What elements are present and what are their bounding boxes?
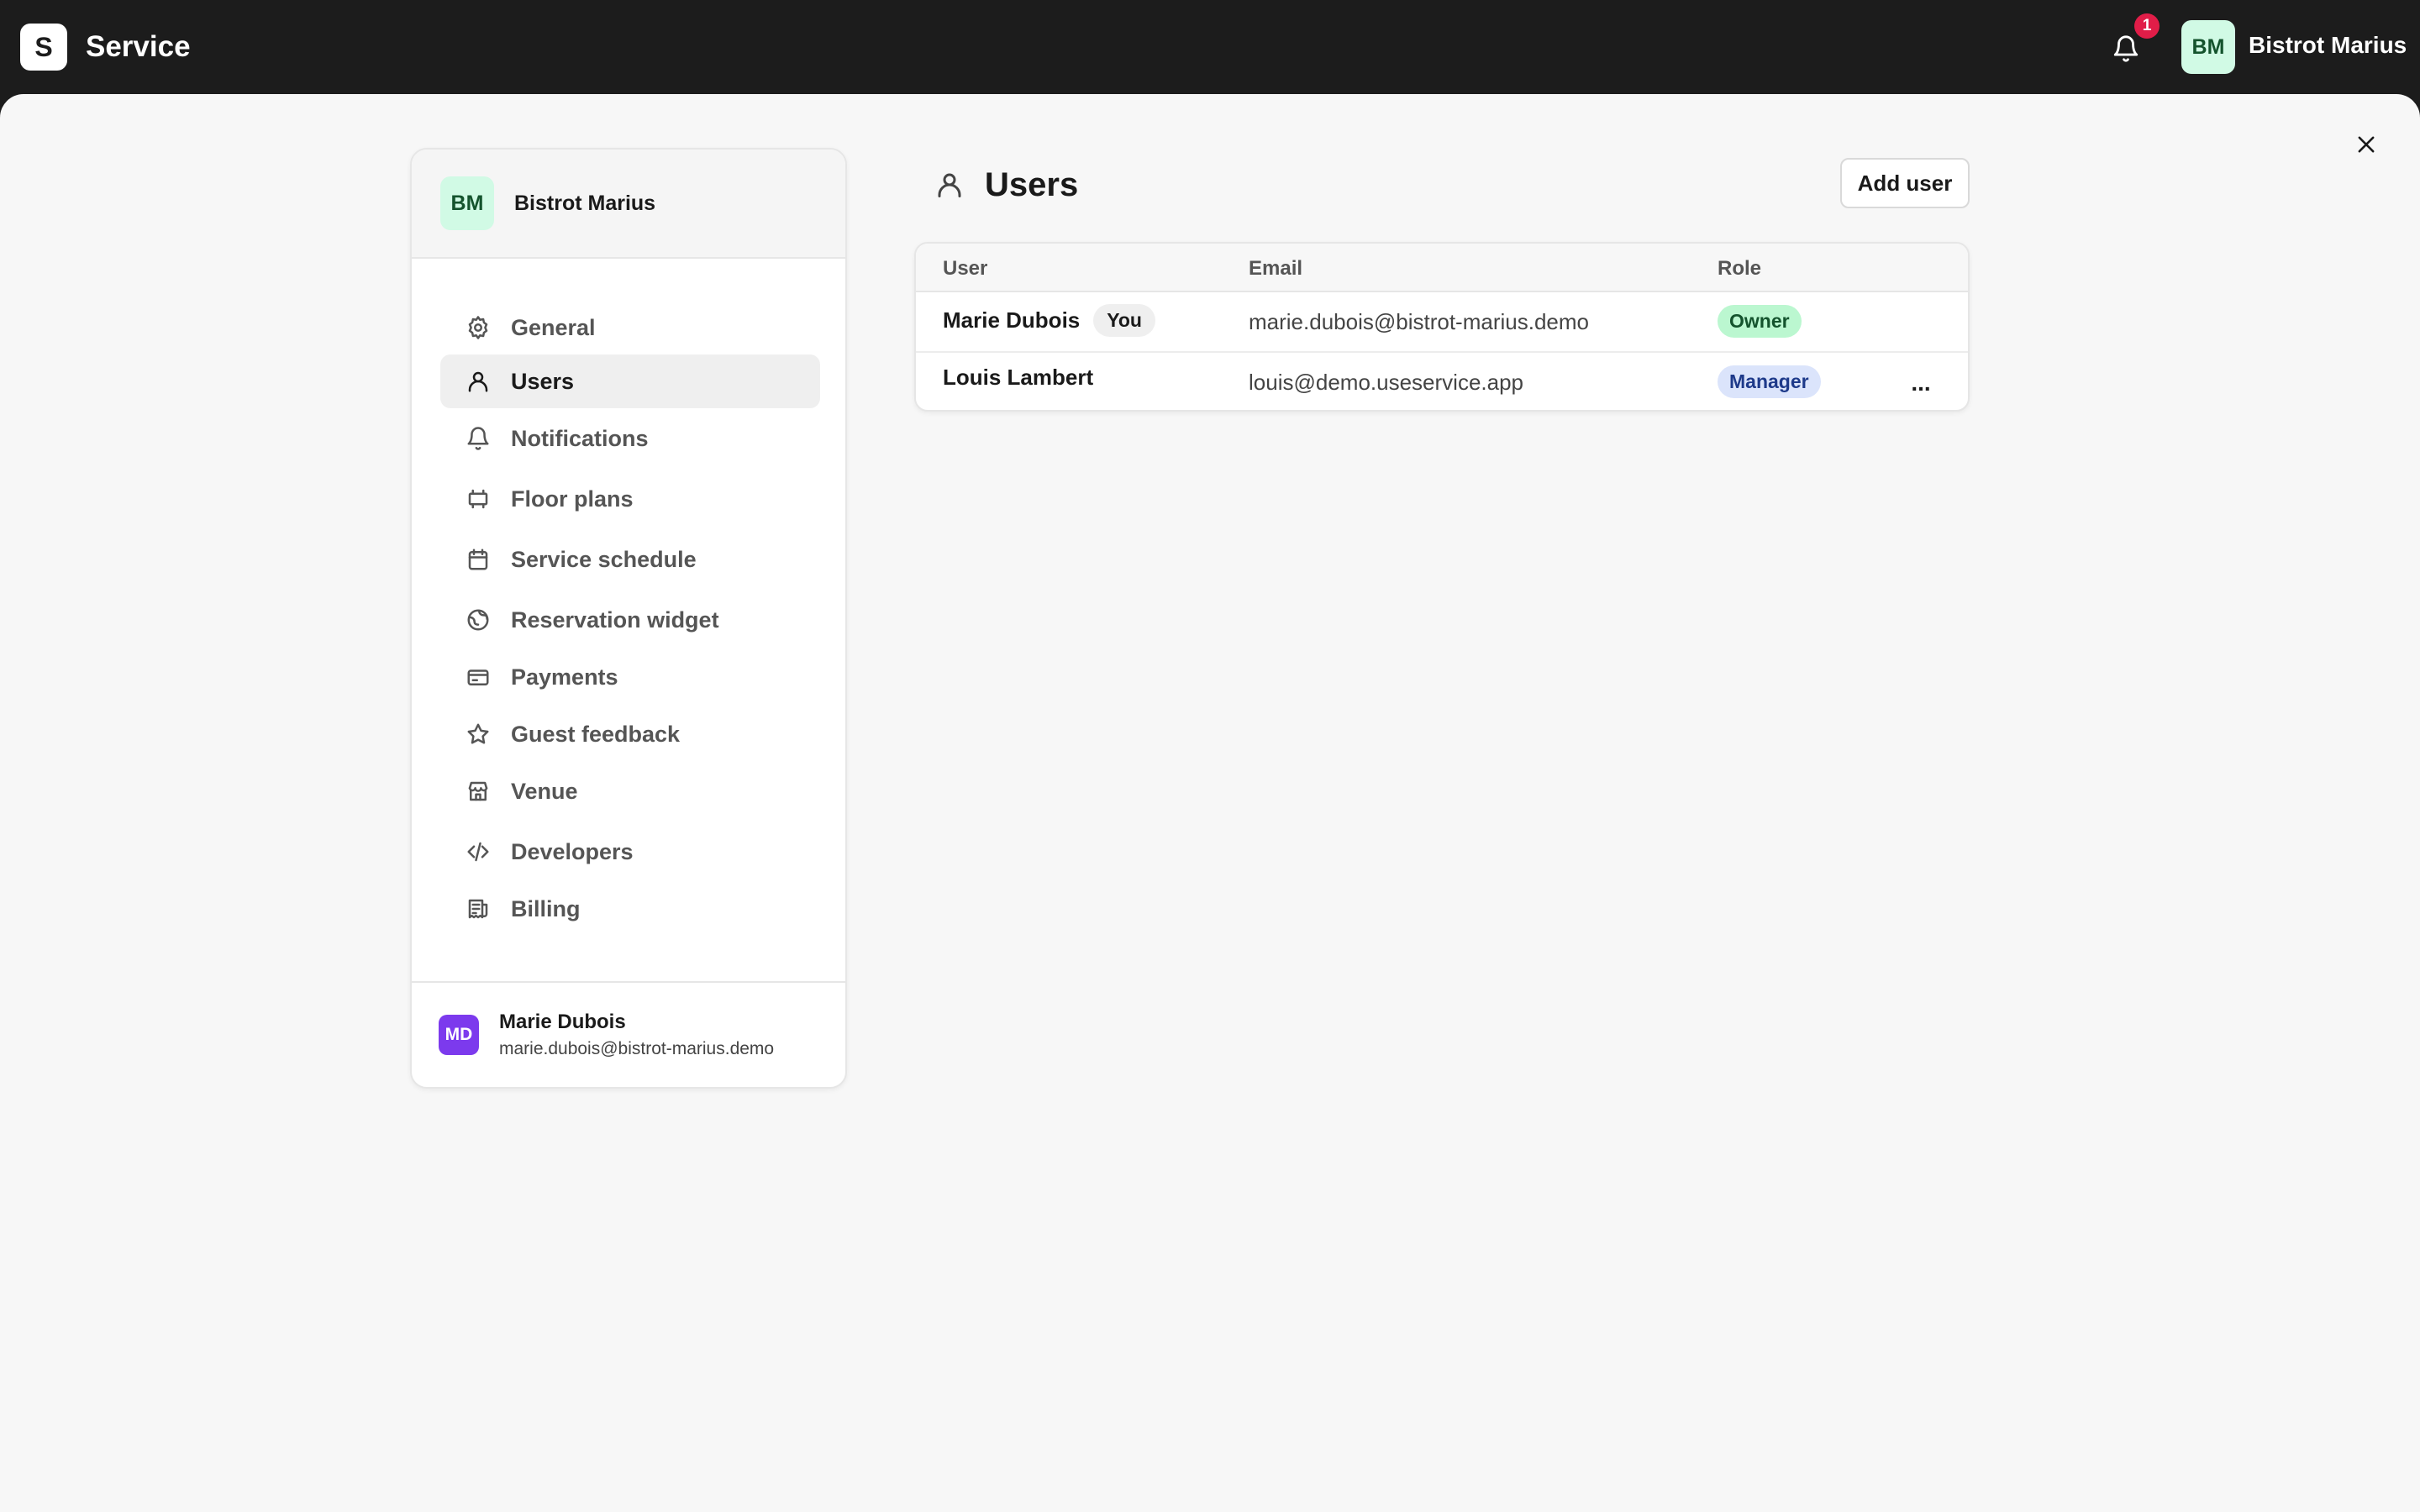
users-table: User Email Role Marie Dubois You marie.d…	[914, 242, 1970, 412]
sidebar-item-label: General	[511, 314, 596, 340]
sidebar-venue-avatar: BM	[440, 176, 494, 230]
user-icon	[938, 173, 961, 197]
sidebar-item-developers[interactable]: Developers	[440, 825, 820, 879]
current-user-email: marie.dubois@bistrot-marius.demo	[499, 1039, 775, 1058]
user-email: marie.dubois@bistrot-marius.demo	[1249, 309, 1589, 334]
sidebar-item-reservation-widget[interactable]: Reservation widget	[440, 593, 820, 647]
user-cell: Louis Lambert	[943, 365, 1093, 391]
venue-switcher[interactable]: Bistrot Marius	[2249, 32, 2407, 59]
app-name: Service	[86, 30, 191, 63]
sidebar-item-guest-feedback[interactable]: Guest feedback	[440, 707, 820, 761]
column-header-email: Email	[1249, 257, 1303, 280]
table-header: User Email Role	[916, 244, 1968, 292]
settings-sheet: BM Bistrot Marius General Users Notifica…	[0, 94, 2420, 1512]
store-icon	[464, 777, 492, 806]
table-row[interactable]: Louis Lambert louis@demo.useservice.app …	[916, 351, 1968, 410]
settings-sidebar: BM Bistrot Marius General Users Notifica…	[410, 148, 847, 1089]
current-user-footer[interactable]: MD Marie Dubois marie.dubois@bistrot-mar…	[412, 981, 845, 1087]
user-name: Louis Lambert	[943, 365, 1094, 390]
sidebar-item-label: Notifications	[511, 425, 649, 451]
sidebar-item-venue[interactable]: Venue	[440, 764, 820, 818]
brand-logo: S	[20, 24, 67, 71]
sidebar-item-users[interactable]: Users	[440, 354, 820, 408]
current-user-info: Marie Dubois marie.dubois@bistrot-marius…	[499, 1011, 774, 1059]
globe-icon	[464, 606, 492, 634]
sidebar-item-billing[interactable]: Billing	[440, 882, 820, 936]
row-actions-button[interactable]: ...	[1901, 365, 1941, 402]
sidebar-item-notifications[interactable]: Notifications	[440, 412, 820, 465]
floor-plan-icon	[464, 485, 492, 513]
bell-icon	[464, 424, 492, 453]
venue-avatar[interactable]: BM	[2181, 20, 2235, 74]
role-badge: Manager	[1718, 365, 1821, 398]
sidebar-item-label: Developers	[511, 838, 634, 864]
column-header-role: Role	[1718, 257, 1762, 280]
calendar-icon	[464, 545, 492, 574]
sidebar-venue-name: Bistrot Marius	[514, 191, 656, 215]
sidebar-item-label: Guest feedback	[511, 721, 681, 747]
current-user-avatar: MD	[439, 1015, 479, 1055]
sidebar-item-general[interactable]: General	[440, 301, 820, 354]
sidebar-item-label: Reservation widget	[511, 606, 719, 633]
current-user-name: Marie Dubois	[499, 1011, 626, 1033]
sidebar-item-floor-plans[interactable]: Floor plans	[440, 472, 820, 526]
close-icon	[2358, 136, 2375, 153]
sidebar-item-label: Billing	[511, 895, 581, 921]
top-bar: S Service 1 BM Bistrot Marius	[0, 0, 2420, 94]
sidebar-item-label: Service schedule	[511, 546, 697, 572]
page-title: Users	[985, 166, 1079, 203]
sidebar-item-label: Payments	[511, 664, 618, 690]
page-header: Users Add user	[928, 158, 1970, 212]
brand[interactable]: S Service	[20, 24, 191, 71]
sidebar-item-label: Venue	[511, 778, 578, 804]
user-cell: Marie Dubois You	[943, 304, 1155, 337]
sidebar-item-payments[interactable]: Payments	[440, 650, 820, 704]
code-icon	[464, 837, 492, 866]
receipt-icon	[464, 895, 492, 923]
credit-card-icon	[464, 663, 492, 691]
close-button[interactable]	[2349, 128, 2383, 161]
sidebar-item-label: Floor plans	[511, 486, 634, 512]
bell-icon	[2113, 35, 2139, 62]
sidebar-item-label: Users	[511, 368, 575, 394]
notification-count-badge: 1	[2134, 13, 2160, 39]
table-row[interactable]: Marie Dubois You marie.dubois@bistrot-ma…	[916, 292, 1968, 351]
column-header-user: User	[943, 257, 988, 280]
role-badge: Owner	[1718, 305, 1802, 338]
user-email: louis@demo.useservice.app	[1249, 370, 1524, 395]
sidebar-venue-header: BM Bistrot Marius	[412, 150, 845, 259]
user-name: Marie Dubois	[943, 307, 1081, 333]
add-user-button[interactable]: Add user	[1840, 158, 1970, 208]
user-icon	[464, 367, 492, 396]
you-badge: You	[1093, 304, 1155, 337]
gear-icon	[464, 313, 492, 342]
sidebar-item-service-schedule[interactable]: Service schedule	[440, 533, 820, 586]
star-icon	[464, 720, 492, 748]
